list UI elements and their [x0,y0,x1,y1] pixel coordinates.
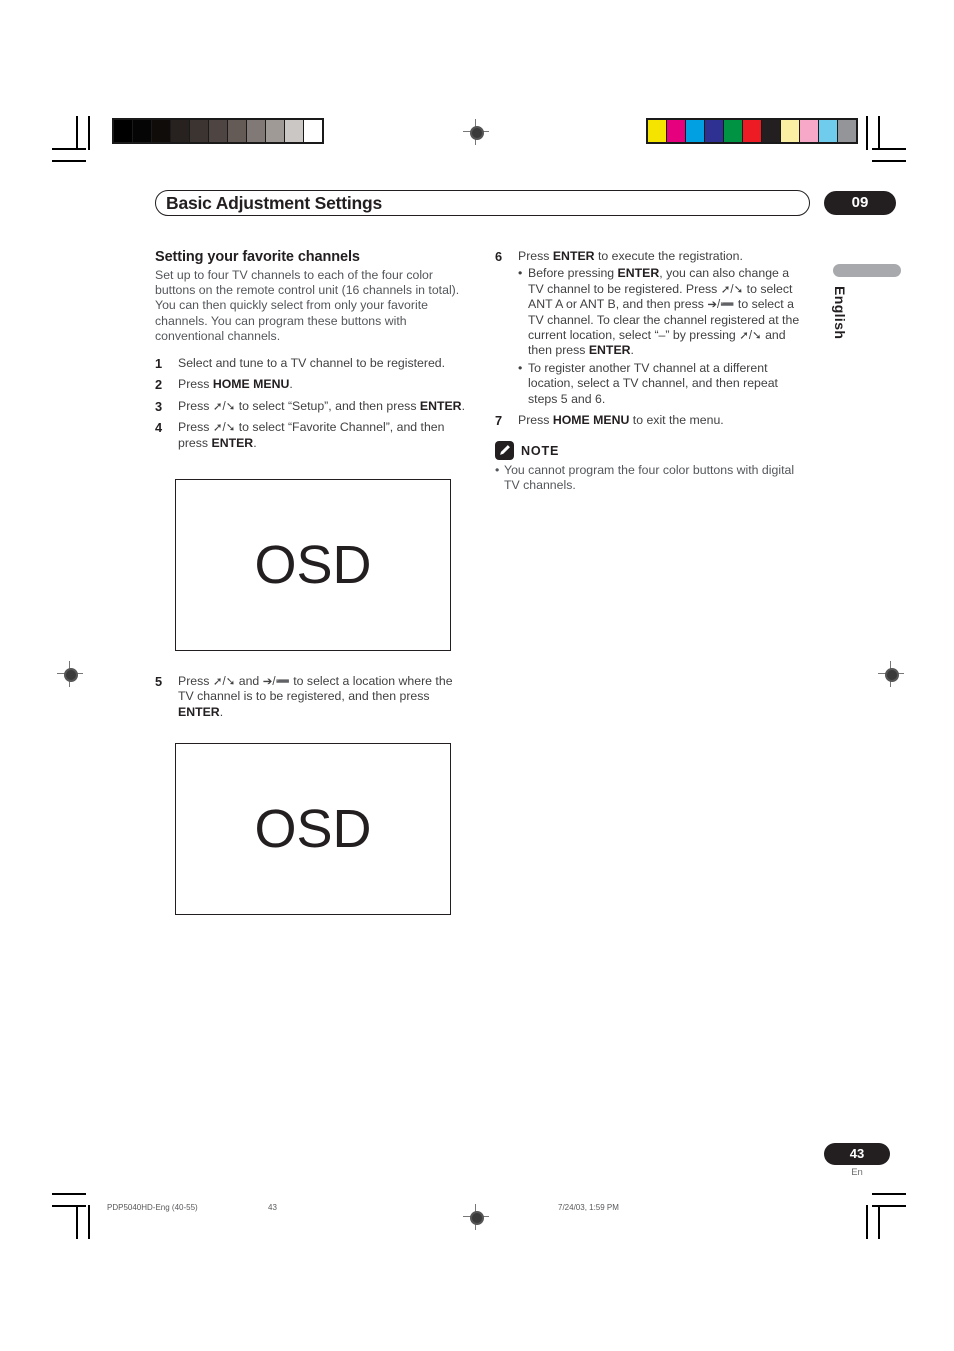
calibration-swatch [304,120,322,142]
calibration-swatch [247,120,266,142]
procedure-step-list-left: 1 Select and tune to a TV channel to be r… [155,356,468,451]
calibration-swatch [133,120,152,142]
note-item-list: You cannot program the four color button… [495,463,808,493]
step-number: 5 [155,674,163,689]
procedure-step: 4 Press ➚/➘ to select “Favorite Channel”,… [155,420,468,451]
note-block: NOTE You cannot program the four color b… [495,441,808,493]
step-text: Select and tune to a TV channel to be re… [178,356,446,371]
procedure-step: 7 Press HOME MENU to exit the menu. [495,413,808,428]
step-text: Press ➚/➘ and ➔/➖ to select a location w… [178,674,453,719]
step-text: Press ENTER to execute the registration. [518,249,743,263]
crop-mark-bottom-left-vertical [76,1205,78,1239]
registration-mark-right [878,661,904,687]
crop-mark-bottom-right-vertical [866,1205,868,1239]
osd-screenshot-placeholder-2: OSD [175,743,451,915]
crop-mark-top-right-horizontal-2 [872,160,906,162]
registration-mark-bottom [463,1204,489,1230]
calibration-swatch [285,120,304,142]
calibration-swatch [762,120,781,142]
step-number: 4 [155,420,163,436]
osd-screenshot-placeholder-1: OSD [175,479,451,651]
chapter-number-label: 09 [851,194,869,211]
calibration-swatch [228,120,247,142]
language-tab-pill [833,264,901,277]
print-file-name: PDP5040HD-Eng (40-55) [107,1203,198,1212]
pencil-icon [495,441,514,460]
crop-mark-bottom-left-horizontal-2 [52,1205,86,1207]
crop-mark-bottom-left-vertical-2 [88,1205,90,1239]
osd-placeholder-label: OSD [254,799,372,859]
osd-placeholder-label: OSD [254,535,372,595]
left-column: Setting your favorite channels Set up to… [155,249,468,457]
crop-mark-top-left-horizontal-2 [52,160,86,162]
crop-mark-top-left-vertical-2 [88,116,90,150]
calibration-swatch [209,120,228,142]
calibration-swatch [705,120,724,142]
procedure-step: 6 Press ENTER to execute the registration… [495,249,808,407]
calibration-swatch [819,120,838,142]
crop-mark-top-left-horizontal [52,148,86,150]
registration-mark-left [57,661,83,687]
chapter-number-badge: 09 [824,191,896,215]
calibration-swatch [743,120,762,142]
step-text: Press ➚/➘ to select “Setup”, and then pr… [178,398,465,413]
procedure-step-list-step5: 5 Press ➚/➘ and ➔/➖ to select a location … [155,674,468,720]
calibration-swatch [838,120,856,142]
color-calibration-bar [646,118,858,144]
step-number: 6 [495,249,503,264]
print-page-number: 43 [268,1203,277,1212]
right-column: 6 Press ENTER to execute the registration… [495,249,808,434]
page-number-label: 43 [849,1146,865,1161]
calibration-swatch [266,120,285,142]
language-tab-label: English [832,286,848,340]
step-number: 3 [155,398,163,414]
calibration-swatch [667,120,686,142]
calibration-swatch [648,120,667,142]
step-text: Press HOME MENU. [178,377,293,392]
procedure-step: 1 Select and tune to a TV channel to be r… [155,356,468,371]
procedure-step: 3 Press ➚/➘ to select “Setup”, and then p… [155,399,468,414]
note-header: NOTE [495,441,808,460]
note-item: You cannot program the four color button… [495,463,808,493]
section-intro-paragraph: Set up to four TV channels to each of th… [155,268,460,343]
calibration-swatch [171,120,190,142]
crop-mark-bottom-left-horizontal [52,1193,86,1195]
step-number: 2 [155,377,163,393]
step-text: Press HOME MENU to exit the menu. [518,413,724,428]
step-sub-list: Before pressing ENTER, you can also chan… [518,266,808,407]
calibration-swatch [724,120,743,142]
calibration-swatch [190,120,209,142]
step-text: Press ➚/➘ to select “Favorite Channel”, … [178,420,445,450]
crop-mark-bottom-right-horizontal [872,1193,906,1195]
registration-mark-top [463,119,489,145]
crop-mark-top-left-vertical [76,116,78,150]
step-number: 7 [495,413,503,429]
page-title: Basic Adjustment Settings [166,193,383,213]
calibration-swatch [781,120,800,142]
calibration-swatch [686,120,705,142]
procedure-step-5-block: 5 Press ➚/➘ and ➔/➖ to select a location … [155,674,468,726]
print-timestamp: 7/24/03, 1:59 PM [558,1203,619,1212]
step-sub-item: Before pressing ENTER, you can also chan… [518,266,808,358]
calibration-swatch [152,120,171,142]
section-title: Setting your favorite channels [155,249,360,265]
procedure-step-list-right: 6 Press ENTER to execute the registration… [495,249,808,428]
page-number-badge: 43 [824,1143,890,1165]
crop-mark-top-right-vertical-2 [878,116,880,150]
grayscale-calibration-bar [112,118,324,144]
procedure-step: 5 Press ➚/➘ and ➔/➖ to select a location … [155,674,468,720]
crop-mark-top-right-vertical [866,116,868,150]
page-language-label: En [851,1167,863,1178]
step-number: 1 [155,356,163,372]
calibration-swatch [114,120,133,142]
crop-mark-bottom-right-vertical-2 [878,1205,880,1239]
calibration-swatch [800,120,819,142]
step-sub-item: To register another TV channel at a diff… [518,361,808,407]
procedure-step: 2 Press HOME MENU. [155,377,468,392]
note-title: NOTE [521,443,560,458]
